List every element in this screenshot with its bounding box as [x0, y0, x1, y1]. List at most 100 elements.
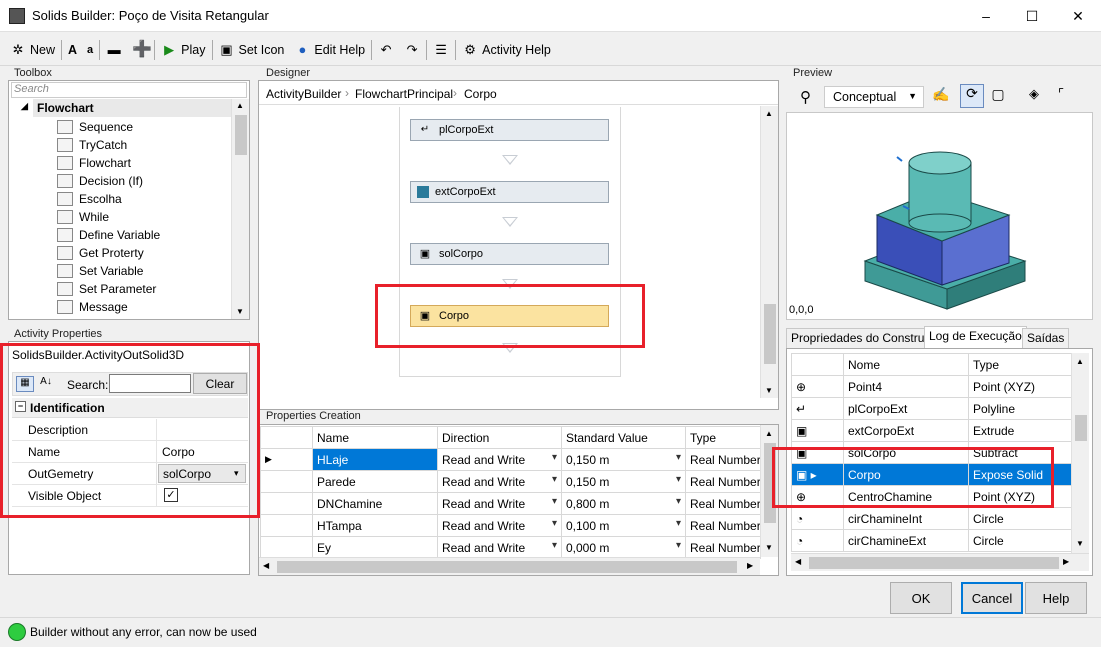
cell-name[interactable]: Parede: [312, 470, 438, 493]
cube-view-icon[interactable]: ▢: [986, 86, 1010, 108]
axes-icon[interactable]: ⌜: [1050, 86, 1072, 108]
table-row[interactable]: ◔ cirChamineExt Circle: [791, 529, 1072, 552]
orbit-icon[interactable]: ⟳: [960, 84, 984, 108]
redo-button[interactable]: ↷: [400, 38, 424, 62]
zoom-icon[interactable]: ⚲: [800, 88, 811, 106]
preview-viewport[interactable]: 0,0,0: [786, 112, 1093, 320]
cell-nome[interactable]: cirChamineInt: [843, 507, 969, 530]
fill-color-icon[interactable]: ✍: [930, 86, 952, 108]
cell-standard-value[interactable]: 0,100 m: [561, 514, 686, 537]
cell-type[interactable]: Real Number: [685, 470, 761, 493]
toolbox-group-flowchart[interactable]: ◢ Flowchart: [21, 99, 231, 117]
toolbox-item[interactable]: TryCatch: [57, 136, 127, 154]
table-row[interactable]: DNChamineRead and Write0,800 mReal Numbe…: [260, 492, 761, 515]
toolbox-item[interactable]: Escolha: [57, 190, 122, 208]
table-row[interactable]: ParedeRead and Write0,150 mReal Number: [260, 470, 761, 493]
cell-nome[interactable]: plCorpoExt: [843, 397, 969, 420]
column-header-direction[interactable]: Direction: [437, 426, 562, 449]
cell-name[interactable]: HLaje: [312, 448, 438, 471]
toolbox-item[interactable]: Set Parameter: [57, 280, 156, 298]
log-horizontal-scrollbar[interactable]: ◀ ▶: [791, 553, 1089, 571]
cell-type[interactable]: Circle: [968, 507, 1072, 530]
play-button[interactable]: ▶ Play: [157, 38, 209, 62]
tab-propriedades-do-construtor[interactable]: Propriedades do Construtor: [786, 328, 944, 348]
cell-direction[interactable]: Read and Write: [437, 448, 562, 471]
cell-direction[interactable]: Read and Write: [437, 470, 562, 493]
toolbox-item[interactable]: Define Variable: [57, 226, 160, 244]
breadcrumb-item-flowchartprincipal[interactable]: FlowchartPrincipal: [355, 87, 453, 101]
help-button[interactable]: Help: [1025, 582, 1087, 614]
cell-standard-value[interactable]: 0,150 m: [561, 448, 686, 471]
add-row-button[interactable]: ➕: [128, 38, 152, 62]
ok-button[interactable]: OK: [890, 582, 952, 614]
toolbox-item[interactable]: While: [57, 208, 109, 226]
cell-type[interactable]: Real Number: [685, 492, 761, 515]
cell-type[interactable]: Real Number: [685, 536, 761, 559]
table-row[interactable]: ↵ plCorpoExt Polyline: [791, 397, 1072, 420]
edit-help-button[interactable]: ● Edit Help: [290, 38, 369, 62]
cell-name[interactable]: Ey: [312, 536, 438, 559]
tab-saidas[interactable]: Saídas: [1022, 328, 1070, 348]
cell-standard-value[interactable]: 0,150 m: [561, 470, 686, 493]
log-vertical-scrollbar[interactable]: ▲ ▼: [1071, 353, 1089, 553]
toolbox-item-label: Decision (If): [79, 174, 144, 188]
toolbox-item[interactable]: Flowchart: [57, 154, 131, 172]
table-row[interactable]: ⊕ Point4 Point (XYZ): [791, 375, 1072, 398]
flow-node-plcorpoext[interactable]: ↵ plCorpoExt: [410, 119, 609, 141]
font-bold-button[interactable]: A: [64, 38, 81, 62]
cell-name[interactable]: HTampa: [312, 514, 438, 537]
settings-sliders-button[interactable]: ☰: [429, 38, 453, 62]
cell-type[interactable]: Extrude: [968, 419, 1072, 442]
render-mode-select[interactable]: Conceptual ▼: [824, 86, 924, 108]
cell-type[interactable]: Point (XYZ): [968, 375, 1072, 398]
cell-standard-value[interactable]: 0,000 m: [561, 536, 686, 559]
breadcrumb-item-corpo[interactable]: Corpo: [464, 87, 497, 101]
toolbox-item[interactable]: Sequence: [57, 118, 133, 136]
toolbox-item[interactable]: Message: [57, 298, 128, 316]
table-row[interactable]: ◔ cirChamineInt Circle: [791, 507, 1072, 530]
undo-button[interactable]: ↶: [374, 38, 398, 62]
cell-standard-value[interactable]: 0,800 m: [561, 492, 686, 515]
toolbox-search-input[interactable]: Search: [11, 82, 247, 98]
toolbox-scrollbar[interactable]: ▲ ▼: [231, 99, 249, 319]
cell-direction[interactable]: Read and Write: [437, 514, 562, 537]
column-header-type[interactable]: Type: [685, 426, 761, 449]
designer-scrollbar[interactable]: ▲ ▼: [760, 106, 778, 398]
view-orientation-icon[interactable]: ◈: [1022, 86, 1046, 108]
cell-nome[interactable]: cirChamineExt: [843, 529, 969, 552]
column-header-name[interactable]: Name: [312, 426, 438, 449]
cell-type[interactable]: Polyline: [968, 397, 1072, 420]
cell-type[interactable]: Real Number: [685, 448, 761, 471]
breadcrumb-item-activitybuilder[interactable]: ActivityBuilder: [266, 87, 341, 101]
toolbox-item[interactable]: Decision (If): [57, 172, 143, 190]
tab-log-de-execucao[interactable]: Log de Execução: [924, 326, 1027, 349]
toolbox-item[interactable]: Get Proterty: [57, 244, 144, 262]
table-row[interactable]: HTampaRead and Write0,100 mReal Number: [260, 514, 761, 537]
set-icon-button[interactable]: ▣ Set Icon: [215, 38, 289, 62]
cell-nome[interactable]: Point4: [843, 375, 969, 398]
cell-direction[interactable]: Read and Write: [437, 536, 562, 559]
close-button[interactable]: ✕: [1055, 0, 1101, 32]
font-small-button[interactable]: a: [83, 38, 97, 62]
minimize-button[interactable]: –: [963, 0, 1009, 32]
table-row[interactable]: EyRead and Write0,000 mReal Number: [260, 536, 761, 559]
cell-direction[interactable]: Read and Write: [437, 492, 562, 515]
table-row[interactable]: ▣ extCorpoExt Extrude: [791, 419, 1072, 442]
cell-type[interactable]: Real Number: [685, 514, 761, 537]
flow-node-solcorpo[interactable]: ▣ solCorpo: [410, 243, 609, 265]
cell-name[interactable]: DNChamine: [312, 492, 438, 515]
flow-node-extcorpoext[interactable]: extCorpoExt: [410, 181, 609, 203]
activity-help-button[interactable]: ⚙ Activity Help: [458, 38, 555, 62]
column-header-type[interactable]: Type: [968, 353, 1072, 376]
cell-nome[interactable]: extCorpoExt: [843, 419, 969, 442]
column-header-standard-value[interactable]: Standard Value: [561, 426, 686, 449]
toolbox-item[interactable]: Set Variable: [57, 262, 143, 280]
cell-type[interactable]: Circle: [968, 529, 1072, 552]
new-button[interactable]: ✲ New: [6, 38, 59, 62]
table-row[interactable]: ▶HLajeRead and Write0,150 mReal Number: [260, 448, 761, 471]
properties-horizontal-scrollbar[interactable]: ◀ ▶: [259, 557, 760, 575]
cancel-button[interactable]: Cancel: [961, 582, 1023, 614]
remove-row-button[interactable]: ▬: [102, 38, 126, 62]
maximize-button[interactable]: ☐: [1009, 0, 1055, 32]
column-header-nome[interactable]: Nome: [843, 353, 969, 376]
